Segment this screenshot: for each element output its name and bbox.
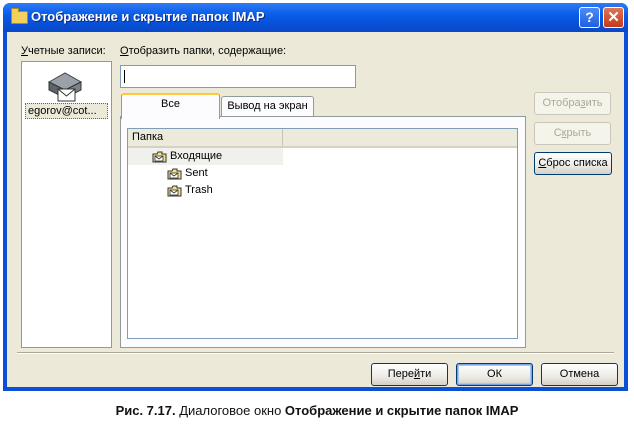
close-button[interactable]: ✕ — [603, 7, 624, 28]
inbox-folder-icon — [152, 151, 167, 163]
separator — [17, 352, 614, 354]
folder-list[interactable]: Папка Входящие Sent Trash — [127, 128, 518, 339]
caption-bold: Отображение и скрытие папок IMAP — [284, 403, 519, 418]
help-button[interactable]: ? — [579, 7, 600, 28]
trash-folder-icon — [167, 185, 182, 197]
tab-display[interactable]: Вывод на экран — [221, 96, 314, 117]
cancel-button[interactable]: Отмена — [541, 363, 618, 386]
filter-input[interactable] — [120, 65, 356, 88]
folder-list-header: Папка — [128, 129, 517, 148]
sent-folder-icon — [167, 168, 182, 180]
window-title: Отображение и скрытие папок IMAP — [31, 9, 265, 24]
show-button[interactable]: Отобразить — [534, 92, 611, 115]
accounts-label: Учетные записи: — [21, 45, 106, 57]
caption-prefix: Рис. 7.17. — [115, 403, 176, 418]
folder-name: Trash — [185, 184, 213, 196]
figure-caption: Рис. 7.17. Диалоговое окно Отображение и… — [0, 403, 634, 418]
accounts-list[interactable]: egorov@cot... — [21, 61, 112, 348]
folder-name: Входящие — [170, 150, 223, 162]
reset-list-button[interactable]: Сброс списка — [534, 152, 612, 175]
ok-button[interactable]: ОК — [456, 363, 533, 386]
mail-account-icon — [47, 72, 83, 102]
account-item[interactable]: egorov@cot... — [25, 103, 108, 119]
column-header-folder[interactable]: Папка — [128, 129, 283, 146]
folder-icon — [11, 8, 28, 24]
title-bar[interactable]: Отображение и скрытие папок IMAP ? ✕ — [3, 3, 628, 32]
dialog-window: Отображение и скрытие папок IMAP ? ✕ Уче… — [3, 3, 628, 391]
folder-name: Sent — [185, 167, 208, 179]
goto-button[interactable]: Перейти — [371, 363, 448, 386]
hide-button[interactable]: Скрыть — [534, 122, 611, 145]
tab-all[interactable]: Все — [121, 93, 220, 119]
text-caret — [124, 70, 125, 83]
filter-label: Отобразить папки, содержащие: — [120, 45, 287, 57]
dialog-client-area: Учетные записи: egorov@cot... Отобразить… — [7, 32, 624, 387]
caption-middle: Диалоговое окно — [175, 403, 285, 418]
tab-panel: Папка Входящие Sent Trash — [120, 116, 526, 348]
